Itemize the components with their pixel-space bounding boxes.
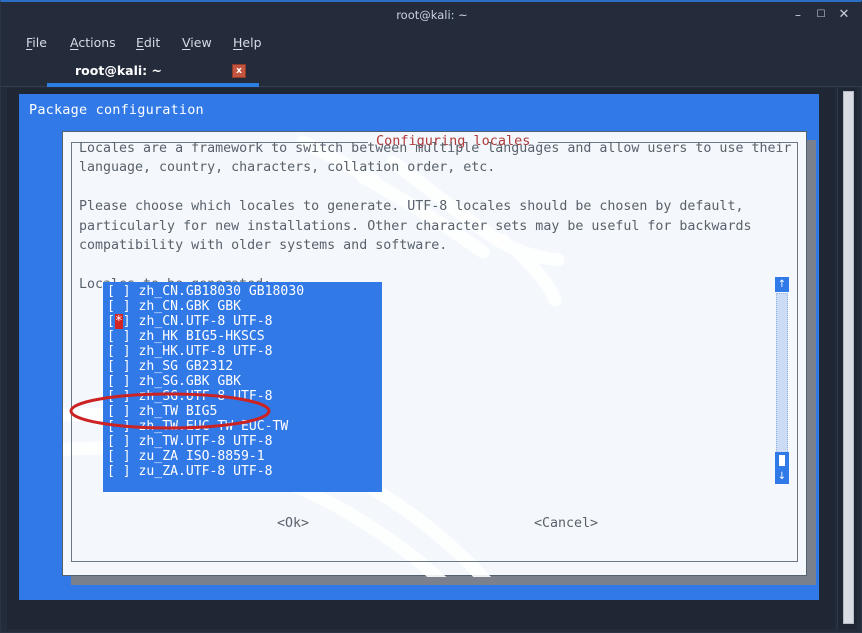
terminal-scrollbar[interactable] [837, 88, 857, 629]
minimize-button[interactable]: – [789, 6, 807, 24]
checkbox-unchecked-icon[interactable]: [ ] [107, 434, 131, 449]
list-item-label: zh_CN.GB18030 GB18030 [131, 284, 304, 299]
checkbox-unchecked-icon[interactable]: [ ] [107, 284, 131, 299]
dialog-body-text: Locales are a framework to switch betwee… [79, 139, 791, 294]
terminal-content: Package configuration [7, 88, 835, 629]
list-item[interactable]: [ ] zh_SG.GBK GBK [103, 374, 382, 389]
list-item[interactable]: [ ] zu_ZA ISO-8859-1 [103, 449, 382, 464]
menu-bar: File Actions Edit View Help [1, 28, 862, 57]
checkbox-unchecked-icon[interactable]: [ ] [107, 344, 131, 359]
scrollbar-thumb[interactable] [775, 452, 789, 469]
close-button[interactable]: ✕ [835, 6, 853, 24]
list-item[interactable]: [ ] zh_TW.UTF-8 UTF-8 [103, 434, 382, 449]
checkbox-unchecked-icon[interactable]: [ ] [107, 389, 131, 404]
list-item[interactable]: [ ] zh_CN.GB18030 GB18030 [103, 284, 382, 299]
list-item[interactable]: [ ] zh_SG.UTF-8 UTF-8 [103, 389, 382, 404]
list-item-label: zh_SG.UTF-8 UTF-8 [131, 389, 273, 404]
scroll-down-arrow-icon[interactable]: ↓ [775, 469, 789, 484]
list-item[interactable]: [ ] zh_HK.UTF-8 UTF-8 [103, 344, 382, 359]
menu-item-view[interactable]: View [175, 28, 219, 57]
tab-label: root@kali: ~ [75, 57, 162, 84]
locales-list[interactable]: [ ] zh_CN.GB18030 GB18030[ ] zh_CN.GBK G… [103, 282, 382, 492]
list-item[interactable]: [ ] zh_TW.EUC-TW EUC-TW [103, 419, 382, 434]
menu-item-actions[interactable]: Actions [63, 28, 123, 57]
list-item-label: zh_TW.EUC-TW EUC-TW [131, 419, 289, 434]
maximize-button[interactable]: ☐ [812, 6, 830, 24]
ok-button[interactable]: <Ok> [275, 515, 311, 532]
checkbox-unchecked-icon[interactable]: [ ] [107, 329, 131, 344]
terminal-scrollbar-thumb[interactable] [843, 91, 854, 624]
list-item[interactable]: [ ] zu_ZA.UTF-8 UTF-8 [103, 464, 382, 479]
list-item-label: zh_SG GB2312 [131, 359, 233, 374]
list-item-label: zh_CN.GBK GBK [131, 299, 241, 314]
checkbox-unchecked-icon[interactable]: [ ] [107, 299, 131, 314]
screen-title: Package configuration [29, 102, 204, 118]
list-item-label: zu_ZA.UTF-8 UTF-8 [131, 464, 273, 479]
scrollbar-track[interactable] [776, 293, 788, 468]
list-item[interactable]: [ ] zh_CN.GBK GBK [103, 299, 382, 314]
cancel-button[interactable]: <Cancel> [532, 515, 600, 532]
checkbox-mark: * [115, 314, 123, 329]
terminal-window: root@kali: ~ – ☐ ✕ File Actions Edit Vie… [0, 0, 862, 633]
tab-bar: root@kali: ~ x [1, 57, 862, 87]
menu-item-file[interactable]: File [19, 28, 54, 57]
list-item-label: zh_SG.GBK GBK [131, 374, 241, 389]
list-item[interactable]: [*] zh_CN.UTF-8 UTF-8 [103, 314, 382, 329]
checkbox-checked-icon[interactable]: [*] [107, 314, 131, 329]
list-item-label: zh_TW BIG5 [131, 404, 218, 419]
scroll-up-arrow-icon[interactable]: ↑ [775, 277, 789, 292]
checkbox-unchecked-icon[interactable]: [ ] [107, 419, 131, 434]
tab-root-kali[interactable]: root@kali: ~ x [47, 57, 259, 87]
package-config-screen: Package configuration [19, 94, 819, 600]
list-item-label: zh_HK BIG5-HKSCS [131, 329, 265, 344]
checkbox-unchecked-icon[interactable]: [ ] [107, 404, 131, 419]
list-item[interactable]: [ ] zh_TW BIG5 [103, 404, 382, 419]
checkbox-unchecked-icon[interactable]: [ ] [107, 374, 131, 389]
list-item-label: zh_HK.UTF-8 UTF-8 [131, 344, 273, 359]
checkbox-unchecked-icon[interactable]: [ ] [107, 464, 131, 479]
menu-item-help[interactable]: Help [226, 28, 269, 57]
checkbox-unchecked-icon[interactable]: [ ] [107, 449, 131, 464]
window-title: root@kali: ~ [1, 2, 862, 28]
scrollbar-thumb-grip [779, 455, 785, 466]
list-item-label: zh_TW.UTF-8 UTF-8 [131, 434, 273, 449]
list-item[interactable]: [ ] zh_HK BIG5-HKSCS [103, 329, 382, 344]
configuring-locales-dialog: Configuring locales Locales are a framew… [62, 131, 807, 576]
checkbox-unchecked-icon[interactable]: [ ] [107, 359, 131, 374]
menu-item-edit[interactable]: Edit [129, 28, 167, 57]
list-item-label: zh_CN.UTF-8 UTF-8 [131, 314, 273, 329]
locales-list-scrollbar[interactable]: ↑ ↓ [775, 277, 789, 484]
title-bar: root@kali: ~ – ☐ ✕ [1, 2, 862, 28]
list-item-label: zu_ZA ISO-8859-1 [131, 449, 265, 464]
list-item[interactable]: [ ] zh_SG GB2312 [103, 359, 382, 374]
tab-close-icon[interactable]: x [232, 64, 246, 78]
